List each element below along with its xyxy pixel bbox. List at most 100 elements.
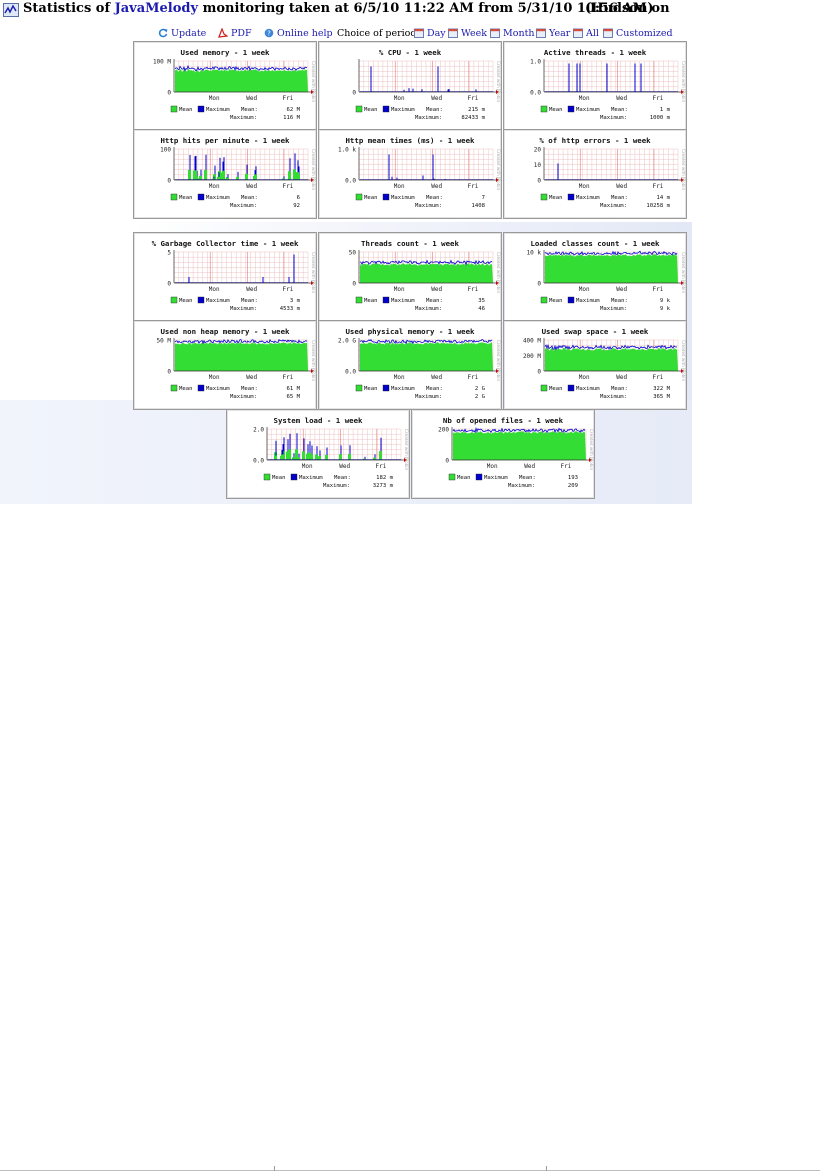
x-tick-label: Mon [579,183,590,190]
mean-stat-value: 322 M [653,386,670,392]
mean-stat-label: Mean: [241,386,258,392]
y-tick-label: 0 [167,369,171,376]
chart-panel[interactable]: % Garbage Collector time - 1 week 5 0 Mon We… [133,232,317,322]
y-tick-label: 0 [167,281,171,288]
legend-mean-label: Mean [179,386,192,392]
legend-mean-label: Mean [364,386,377,392]
page-header: Statistics of JavaMelody monitoring take… [0,0,820,24]
period-week-link[interactable]: Week [448,28,487,39]
y-tick-label: 10 k [527,250,542,257]
y-tick-label: 0 [445,458,449,465]
chart-panel[interactable]: Http mean times (ms) - 1 week 1.0 k 0.0 Mon… [318,129,502,219]
chart-panel[interactable]: Nb of opened files - 1 week 200 0 Mon Wed Fri… [411,409,595,499]
x-tick-label: Wed [524,463,535,470]
x-tick-label: Wed [431,95,442,102]
period-year-link[interactable]: Year [536,28,570,39]
chart-panel[interactable]: Http hits per minute - 1 week 100 0 Mon Wed F… [133,129,317,219]
x-tick-label: Wed [616,95,627,102]
legend-mean-swatch [540,296,548,304]
period-customized-link[interactable]: Customized [603,28,673,39]
y-tick-label: 400 M [523,338,541,345]
mean-bar [348,454,351,460]
period-customized-label: Customized [616,28,673,39]
legend-mean-label: Mean [179,195,192,201]
maximum-stat-label: Maximum: [230,306,257,312]
maximum-stat-label: Maximum: [415,306,442,312]
y-tick-label: 100 M [153,59,171,66]
pdf-icon [218,27,229,38]
legend-maximum-label: Maximum [576,107,600,113]
maximum-stat-value: 116 M [283,115,300,121]
chart-panel[interactable]: Used memory - 1 week 100 M 0 Mon Wed Fri Creat… [133,41,317,131]
help-link[interactable]: ? Online help [264,28,333,39]
chart-title: Active threads - 1 week [544,48,647,57]
mean-area [545,254,678,283]
maximum-stat-value: 46 [478,306,485,312]
period-choice-label: Choice of period : [337,28,423,39]
mean-area [545,347,678,371]
chart-panel[interactable]: Used non heap memory - 1 week 50 M 0 Mon Wed… [133,320,317,410]
footer-mark [546,1166,547,1171]
mean-bar [288,449,291,460]
chart-svg: Used swap space - 1 week400 M 200 M 0 Mon We… [523,327,686,400]
period-day-link[interactable]: Day [414,28,446,39]
x-tick-label: Fri [652,95,663,102]
calendar-icon [414,28,424,38]
x-tick-label: Mon [579,286,590,293]
legend-maximum-swatch [382,296,390,304]
chart-svg: Used physical memory - 1 week 2.0 G 0.0 Mon… [338,327,501,400]
chart-panel[interactable]: % CPU - 1 week 0 Mon Wed Fri Created with JRo… [318,41,502,131]
x-tick-label: Mon [302,463,313,470]
mean-stat-value: 3 m [290,298,301,304]
chart-panel[interactable]: Used swap space - 1 week 400 M 200 M 0 Mon We… [503,320,687,410]
x-tick-label: Fri [652,183,663,190]
chart-panel[interactable]: Active threads - 1 week 1.0 0.0 Mon Wed Fri Cr… [503,41,687,131]
pdf-link[interactable]: PDF [218,27,252,39]
x-tick-label: Mon [209,374,220,381]
y-tick-label: 0 [352,281,356,288]
chart-panel[interactable]: Threads count - 1 week 50 0 Mon Wed Fri Create… [318,232,502,322]
mean-stat-label: Mean: [426,107,443,113]
help-label: Online help [277,28,333,39]
legend-maximum-swatch [290,473,298,481]
chart-title: Loaded classes count - 1 week [530,239,660,248]
chart-panel[interactable]: % of http errors - 1 week 20 10 0 Mon Wed Fri C… [503,129,687,219]
maximum-stat-label: Maximum: [415,115,442,121]
maximum-stat-label: Maximum: [600,394,627,400]
legend-mean-swatch [263,473,271,481]
update-label: Update [171,28,207,39]
legend-maximum-swatch [382,193,390,201]
watermark: Created with JRobin [404,429,409,470]
legend-mean-swatch [355,384,363,392]
pdf-label: PDF [231,28,252,39]
brand-link[interactable]: JavaMelody [115,1,198,16]
period-month-link[interactable]: Month [490,28,535,39]
x-tick-label: Wed [431,183,442,190]
x-tick-label: Wed [616,183,627,190]
mean-bar [222,170,225,180]
chart-panel[interactable]: System load - 1 week 2.0 0.0 Mon Wed Fri Creat… [226,409,410,499]
mean-bar [254,174,257,180]
y-tick-label: 2.0 G [338,338,356,345]
update-link[interactable]: Update [158,28,206,39]
legend-mean-label: Mean [549,107,562,113]
period-year-label: Year [549,28,571,39]
x-tick-label: Mon [209,95,220,102]
chart-title: Http hits per minute - 1 week [160,136,290,145]
chart-panel[interactable]: Loaded classes count - 1 week 10 k 0 Mon Wed… [503,232,687,322]
mean-stat-value: 14 m [657,195,671,201]
legend-mean-label: Mean [364,298,377,304]
x-tick-label: Fri [467,183,478,190]
period-all-label: All [586,28,599,39]
period-all-link[interactable]: All [573,28,599,39]
legend-mean-swatch [170,105,178,113]
legend-mean-label: Mean [549,195,562,201]
chart-series [359,339,493,371]
watermark: Created with JRobin [496,149,501,190]
y-tick-label: 200 [438,427,449,434]
x-tick-label: Mon [394,374,405,381]
x-tick-label: Fri [282,374,293,381]
mean-bar [188,170,191,180]
mean-stat-value: 1 m [660,107,671,113]
chart-panel[interactable]: Used physical memory - 1 week 2.0 G 0.0 Mon… [318,320,502,410]
